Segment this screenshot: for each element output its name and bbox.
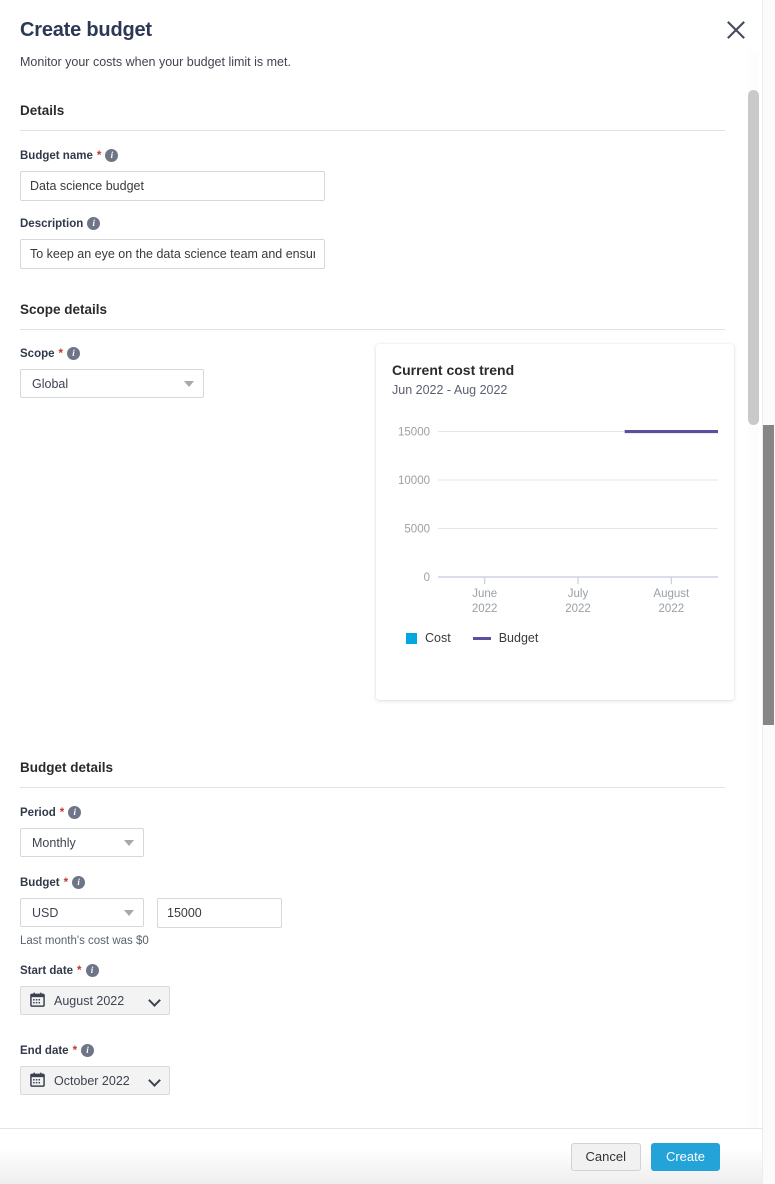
legend-label-cost: Cost bbox=[425, 631, 451, 645]
divider bbox=[20, 787, 725, 788]
info-icon[interactable]: i bbox=[72, 876, 86, 889]
chevron-down-icon bbox=[149, 1075, 160, 1086]
required-marker: * bbox=[72, 1044, 78, 1057]
period-value: Monthly bbox=[32, 835, 76, 850]
currency-value: USD bbox=[32, 905, 59, 920]
period-label-text: Period bbox=[20, 806, 56, 819]
description-value: To keep an eye on the data science team … bbox=[30, 247, 315, 261]
chevron-down-icon bbox=[184, 380, 194, 387]
chevron-down-icon bbox=[149, 995, 160, 1006]
period-label: Period * i bbox=[20, 806, 725, 819]
description-field: Description i To keep an eye on the data… bbox=[20, 217, 725, 269]
details-section: Details Budget name * i Data science bud… bbox=[20, 103, 725, 269]
page-title: Create budget bbox=[20, 19, 152, 41]
start-date-label-text: Start date bbox=[20, 964, 74, 977]
start-date-field: Start date * i August 2022 bbox=[20, 964, 725, 1015]
start-date-value: August 2022 bbox=[54, 993, 125, 1008]
info-icon[interactable]: i bbox=[67, 347, 80, 360]
svg-text:5000: 5000 bbox=[404, 524, 430, 536]
budget-amount-field: Budget * i USD 15000 Last month's cost w… bbox=[20, 876, 725, 947]
create-budget-dialog: Create budget Monitor your costs when yo… bbox=[0, 0, 775, 1184]
legend-label-budget: Budget bbox=[498, 631, 539, 645]
required-marker: * bbox=[58, 347, 63, 360]
page-subtitle: Monitor your costs when your budget limi… bbox=[20, 55, 291, 69]
required-marker: * bbox=[59, 806, 65, 819]
legend-item-cost: Cost bbox=[406, 631, 451, 645]
create-button[interactable]: Create bbox=[650, 1142, 720, 1171]
info-icon[interactable]: i bbox=[81, 1044, 95, 1057]
budget-name-label-text: Budget name bbox=[20, 149, 93, 162]
info-icon[interactable]: i bbox=[105, 149, 119, 162]
close-icon bbox=[727, 21, 745, 39]
end-date-label: End date * i bbox=[20, 1044, 725, 1057]
period-select[interactable]: Monthly bbox=[20, 828, 144, 857]
calendar-icon bbox=[30, 1072, 45, 1090]
svg-text:July: July bbox=[568, 588, 589, 600]
scope-select[interactable]: Global bbox=[20, 369, 204, 398]
svg-text:15000: 15000 bbox=[398, 427, 430, 439]
chevron-down-icon bbox=[124, 909, 134, 916]
description-label: Description i bbox=[20, 217, 725, 230]
budget-amount-input[interactable]: 15000 bbox=[157, 898, 282, 928]
panel-scrollbar-thumb[interactable] bbox=[748, 90, 759, 425]
svg-text:2022: 2022 bbox=[659, 603, 685, 615]
start-date-label: Start date * i bbox=[20, 964, 725, 977]
start-date-picker[interactable]: August 2022 bbox=[20, 986, 170, 1015]
svg-text:2022: 2022 bbox=[472, 603, 498, 615]
close-button[interactable] bbox=[722, 16, 750, 44]
end-date-picker[interactable]: October 2022 bbox=[20, 1066, 170, 1095]
dialog-footer: Cancel Create bbox=[0, 1128, 762, 1184]
chart-plot-area: 15000 10000 5000 0 June 2022 July 2022 August 202… bbox=[390, 411, 720, 623]
description-label-text: Description bbox=[20, 217, 84, 230]
end-date-label-text: End date bbox=[20, 1044, 69, 1057]
required-marker: * bbox=[96, 149, 102, 162]
section-heading-budget: Budget details bbox=[20, 760, 114, 775]
chart-title: Current cost trend bbox=[392, 362, 515, 378]
budget-name-input[interactable]: Data science budget bbox=[20, 171, 325, 201]
scope-label-text: Scope bbox=[20, 347, 55, 360]
budget-details-section: Budget details Period * i Monthly Budget… bbox=[20, 760, 725, 1095]
svg-text:2022: 2022 bbox=[565, 603, 591, 615]
currency-select[interactable]: USD bbox=[20, 898, 144, 927]
budget-label: Budget * i bbox=[20, 876, 725, 889]
dialog-header: Create budget Monitor your costs when yo… bbox=[20, 0, 725, 69]
end-date-value: October 2022 bbox=[54, 1073, 130, 1088]
budget-row: USD 15000 bbox=[20, 889, 725, 928]
description-input[interactable]: To keep an eye on the data science team … bbox=[20, 239, 325, 269]
divider bbox=[20, 130, 725, 131]
chart-legend: Cost Budget bbox=[390, 631, 720, 645]
page-scrollbar-thumb[interactable] bbox=[763, 425, 774, 725]
section-heading-scope: Scope details bbox=[20, 302, 108, 317]
period-field: Period * i Monthly bbox=[20, 806, 725, 857]
svg-text:August: August bbox=[653, 588, 690, 600]
info-icon[interactable]: i bbox=[68, 806, 82, 819]
calendar-icon bbox=[30, 992, 45, 1010]
budget-amount-value: 15000 bbox=[167, 906, 202, 920]
cancel-button[interactable]: Cancel bbox=[570, 1142, 641, 1171]
info-icon[interactable]: i bbox=[87, 217, 101, 230]
budget-name-value: Data science budget bbox=[30, 179, 144, 193]
divider bbox=[20, 329, 725, 330]
budget-helper-text: Last month's cost was $0 bbox=[20, 935, 149, 947]
section-heading-details: Details bbox=[20, 103, 65, 118]
svg-text:0: 0 bbox=[424, 572, 430, 584]
end-date-field: End date * i October 2022 bbox=[20, 1044, 725, 1095]
current-cost-trend-card: Current cost trend Jun 2022 - Aug 2022 1… bbox=[376, 344, 734, 700]
legend-item-budget: Budget bbox=[472, 631, 539, 645]
info-icon[interactable]: i bbox=[85, 964, 99, 977]
chevron-down-icon bbox=[124, 839, 134, 846]
cost-trend-chart: 15000 10000 5000 0 June 2022 July 2022 August 202… bbox=[398, 427, 718, 615]
budget-label-text: Budget bbox=[20, 876, 60, 889]
budget-name-label: Budget name * i bbox=[20, 149, 725, 162]
svg-text:10000: 10000 bbox=[398, 475, 430, 487]
scope-value: Global bbox=[32, 376, 69, 391]
required-marker: * bbox=[63, 876, 69, 889]
budget-line-icon bbox=[472, 636, 491, 640]
svg-text:June: June bbox=[472, 588, 497, 600]
chart-subtitle: Jun 2022 - Aug 2022 bbox=[392, 383, 508, 397]
cost-swatch-icon bbox=[406, 632, 417, 644]
budget-name-field: Budget name * i Data science budget bbox=[20, 149, 725, 201]
required-marker: * bbox=[77, 964, 82, 977]
